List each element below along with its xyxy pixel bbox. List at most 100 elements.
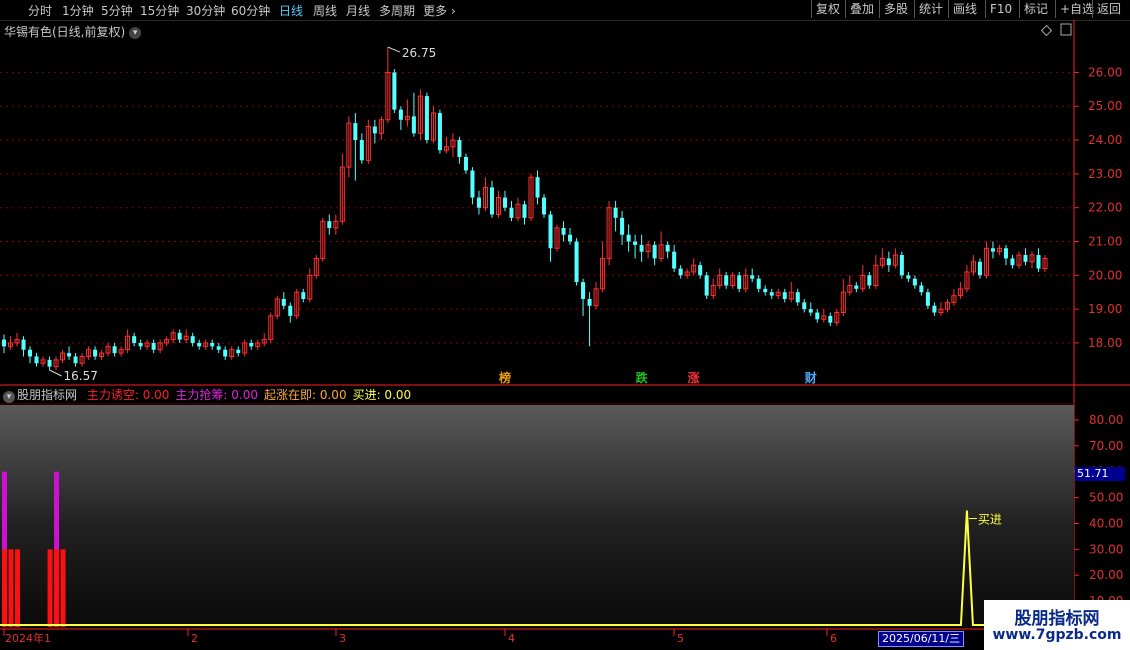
candle-body	[626, 234, 631, 242]
candle-body	[802, 302, 807, 310]
candle-body	[542, 197, 547, 215]
diamond-icon	[1040, 24, 1053, 37]
indicator-panel[interactable]	[0, 405, 1074, 627]
candle-body	[568, 234, 573, 242]
high-pointer	[387, 46, 401, 53]
price-axis-label: 24.00	[1088, 133, 1122, 147]
candle-body	[678, 268, 683, 276]
candle-body	[34, 356, 39, 364]
price-axis-label: 19.00	[1088, 302, 1122, 316]
candle-body	[190, 336, 195, 343]
candle-body	[522, 204, 527, 218]
event-marker-1: 跌	[636, 370, 649, 385]
candle-body	[665, 244, 670, 252]
candle-body	[704, 275, 709, 296]
candle-body	[906, 275, 911, 279]
candle-body	[249, 342, 254, 347]
indicator-item-2: 起涨在即: 0.00	[264, 388, 347, 402]
candle-body	[424, 96, 429, 141]
candle-body	[561, 227, 566, 235]
candle-body	[411, 116, 416, 134]
candle-body	[698, 265, 703, 276]
candle-body	[359, 140, 364, 161]
candle-body	[548, 214, 553, 249]
candle-body	[73, 356, 78, 364]
candle-body	[652, 244, 657, 259]
candle-body	[620, 217, 625, 235]
candle-body	[672, 251, 677, 269]
candle-body	[782, 292, 787, 299]
candle-body	[724, 275, 729, 286]
watermark-logo: 股朋指标网 www.7gpzb.com	[984, 600, 1130, 650]
candle-body	[463, 156, 468, 171]
candle-body	[977, 261, 982, 276]
watermark-url: www.7gpzb.com	[992, 627, 1122, 643]
candle-body	[756, 278, 761, 289]
candle-body	[151, 342, 156, 350]
price-axis-label: 20.00	[1088, 268, 1122, 282]
candle-body	[763, 288, 768, 293]
candle-body	[919, 285, 924, 293]
candle-body	[925, 292, 930, 306]
indicator-value-badge: 51.71	[1075, 467, 1125, 481]
candle-body	[197, 342, 202, 347]
candle-body	[854, 285, 859, 289]
candle-body	[210, 342, 215, 347]
candle-body	[301, 292, 306, 299]
candle-body	[769, 292, 774, 296]
price-axis-label: 26.00	[1088, 65, 1122, 79]
candle-body	[372, 126, 377, 134]
candle-body	[476, 197, 481, 208]
candle-body	[236, 349, 241, 354]
candle-body	[737, 275, 742, 289]
candle-body	[1010, 258, 1015, 266]
candle-body	[288, 305, 293, 316]
candle-body	[28, 349, 33, 357]
candle-body	[489, 187, 494, 215]
candle-body	[327, 221, 332, 228]
candle-body	[795, 292, 800, 303]
candle-body	[1, 339, 7, 347]
collapse-icon[interactable]: ▾	[3, 391, 15, 403]
candle-body	[581, 282, 586, 299]
price-axis-label: 18.00	[1088, 336, 1122, 350]
chevron-down-icon[interactable]: ▾	[129, 27, 142, 39]
indicator-item-0: 主力诱空: 0.00	[86, 388, 170, 402]
candle-body	[932, 305, 937, 313]
candle-body	[990, 248, 995, 252]
candle-body	[912, 278, 917, 286]
candle-body	[574, 241, 579, 283]
candle-body	[21, 339, 26, 350]
candle-body	[67, 353, 72, 357]
candle-body	[177, 332, 182, 340]
candle-body	[613, 207, 618, 218]
price-axis-label: 25.00	[1088, 99, 1122, 113]
candle-body	[1036, 255, 1041, 269]
candle-body	[815, 312, 820, 320]
price-axis-label: 22.00	[1088, 201, 1122, 215]
low-price-label: 16.57	[64, 369, 98, 383]
event-marker-0: 榜	[499, 370, 511, 385]
candle-body	[112, 346, 117, 354]
stock-name-label: 华锡有色(日线,前复权)	[4, 25, 126, 39]
candle-body	[216, 346, 221, 350]
candle-body	[828, 315, 833, 323]
candle-body	[281, 298, 286, 306]
candle-body	[457, 140, 462, 157]
candle-body	[750, 275, 755, 279]
candle-body	[138, 342, 143, 347]
layout-icon	[1060, 23, 1072, 36]
high-price-label: 26.75	[402, 46, 436, 60]
candle-body	[392, 72, 397, 110]
candle-body	[470, 170, 475, 198]
candle-body	[132, 336, 137, 343]
cursor-date-badge: 2025/06/11/三	[878, 631, 965, 647]
low-pointer	[49, 369, 62, 377]
event-marker-3: 财	[804, 370, 817, 385]
price-axis-label: 21.00	[1088, 235, 1122, 249]
candle-body	[587, 298, 592, 306]
candle-body	[437, 113, 442, 151]
candle-body	[633, 241, 638, 245]
candle-body	[502, 197, 507, 208]
indicator-name: 股朋指标网	[17, 388, 78, 402]
